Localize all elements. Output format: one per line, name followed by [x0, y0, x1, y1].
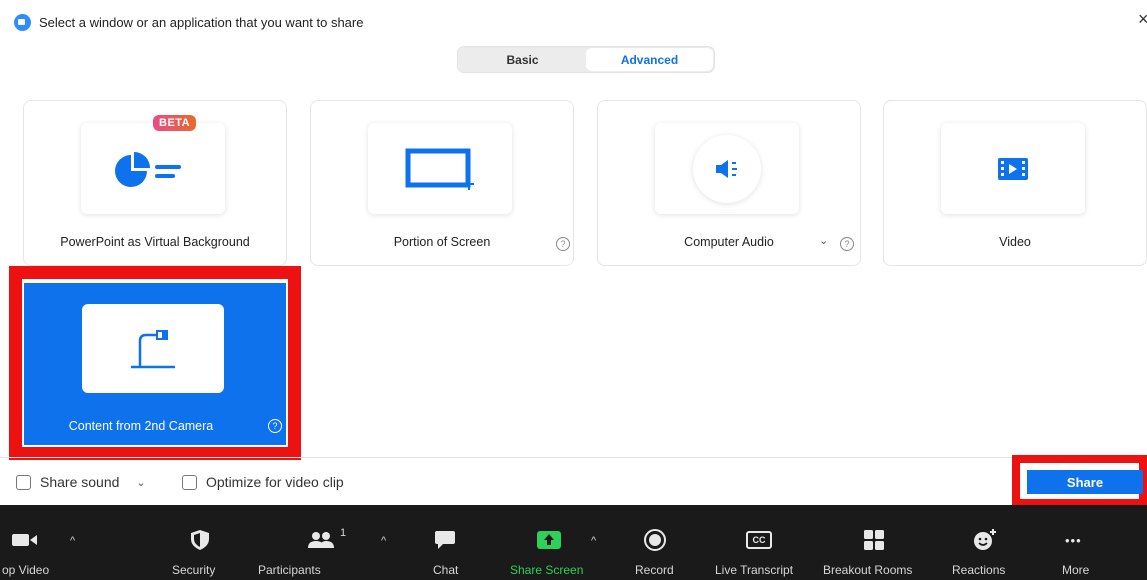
share-sound-option[interactable]: Share sound ⌄	[16, 474, 146, 490]
toolbar-label: Live Transcript	[715, 563, 794, 577]
card-label: Video	[999, 235, 1031, 249]
participants-icon	[308, 529, 334, 551]
chevron-down-icon[interactable]: ⌄	[819, 234, 828, 247]
close-icon[interactable]: ×	[1138, 8, 1147, 30]
camera-thumbnail	[82, 304, 224, 393]
card-label: Content from 2nd Camera	[68, 419, 214, 433]
option-portion-of-screen[interactable]: Portion of Screen ?	[310, 100, 574, 266]
card-label: Portion of Screen	[393, 235, 491, 249]
speaker-icon	[716, 159, 737, 178]
optimize-video-checkbox[interactable]	[182, 474, 197, 490]
portion-screen-icon	[405, 148, 474, 190]
audio-thumbnail	[655, 123, 799, 214]
toolbar-reactions[interactable]: Reactions	[945, 505, 1025, 580]
powerpoint-pie-icon	[115, 151, 181, 187]
participant-count: 1	[340, 527, 347, 539]
cc-icon: CC	[746, 531, 772, 549]
option-content-from-2nd-camera[interactable]: Content from 2nd Camera ?	[24, 283, 286, 445]
share-options-caret[interactable]: ^	[591, 535, 596, 547]
video-options-caret[interactable]: ^	[70, 535, 75, 547]
divider	[0, 457, 1147, 458]
film-icon	[998, 157, 1028, 180]
speaker-circle	[693, 134, 761, 203]
toolbar-live-transcript[interactable]: CC Live Transcript	[710, 505, 810, 580]
toolbar-more[interactable]: ••• More	[1045, 505, 1115, 580]
powerpoint-thumbnail: BETA	[81, 115, 225, 214]
reactions-icon	[973, 529, 997, 551]
help-icon[interactable]: ?	[268, 419, 282, 433]
card-label: PowerPoint as Virtual Background	[60, 235, 250, 249]
share-sound-label: Share sound	[40, 474, 120, 490]
share-screen-dialog: Select a window or an application that y…	[0, 0, 1147, 580]
option-computer-audio[interactable]: Computer Audio ⌄ ?	[597, 100, 861, 266]
record-icon	[644, 529, 666, 551]
tab-basic[interactable]: Basic	[459, 48, 586, 71]
title-bar: Select a window or an application that y…	[14, 12, 363, 32]
document-camera-icon	[131, 329, 175, 368]
toolbar-label: Chat	[433, 563, 459, 577]
toolbar-record[interactable]: Record	[625, 505, 695, 580]
toolbar-label: Breakout Rooms	[823, 563, 913, 577]
beta-badge: BETA	[153, 115, 197, 131]
toolbar-share-screen[interactable]: ^ Share Screen	[505, 505, 615, 580]
chevron-down-icon[interactable]: ⌄	[136, 476, 145, 489]
toolbar-label: op Video	[2, 563, 50, 577]
chat-icon	[434, 529, 456, 551]
toolbar-label: Reactions	[952, 563, 1006, 577]
option-video[interactable]: Video	[883, 100, 1147, 266]
share-screen-icon	[537, 529, 561, 551]
help-icon[interactable]: ?	[840, 237, 854, 251]
toolbar-label: Participants	[258, 563, 321, 577]
toolbar-stop-video[interactable]: ^ op Video	[0, 505, 90, 580]
toolbar-label: Record	[635, 563, 674, 577]
video-thumbnail	[941, 123, 1085, 214]
portion-thumbnail	[368, 123, 512, 214]
help-icon[interactable]: ?	[556, 237, 570, 251]
video-camera-icon	[12, 529, 38, 551]
optimize-video-option[interactable]: Optimize for video clip	[182, 474, 344, 490]
share-sound-checkbox[interactable]	[16, 474, 31, 490]
zoom-app-icon	[14, 13, 31, 31]
toolbar-breakout-rooms[interactable]: Breakout Rooms	[820, 505, 930, 580]
toolbar-participants[interactable]: 1 ^ Participants	[250, 505, 400, 580]
tab-bar: Basic Advanced	[457, 46, 715, 73]
toolbar-label: More	[1062, 563, 1090, 577]
toolbar-chat[interactable]: Chat	[420, 505, 480, 580]
breakout-rooms-icon	[864, 529, 884, 551]
toolbar-security[interactable]: Security	[160, 505, 240, 580]
optimize-video-label: Optimize for video clip	[206, 474, 344, 490]
participants-options-caret[interactable]: ^	[381, 535, 386, 547]
option-powerpoint-background[interactable]: BETA PowerPoint as Virtual Background	[23, 100, 287, 266]
toolbar-label: Share Screen	[510, 563, 584, 577]
meeting-toolbar: ^ op Video Security 1 ^ Participants Cha…	[0, 505, 1147, 580]
window-title: Select a window or an application that y…	[39, 14, 364, 30]
share-button[interactable]: Share	[1027, 470, 1143, 494]
toolbar-label: Security	[172, 563, 216, 577]
more-icon: •••	[1065, 532, 1082, 548]
tab-advanced[interactable]: Advanced	[586, 48, 713, 71]
shield-icon	[190, 529, 210, 551]
